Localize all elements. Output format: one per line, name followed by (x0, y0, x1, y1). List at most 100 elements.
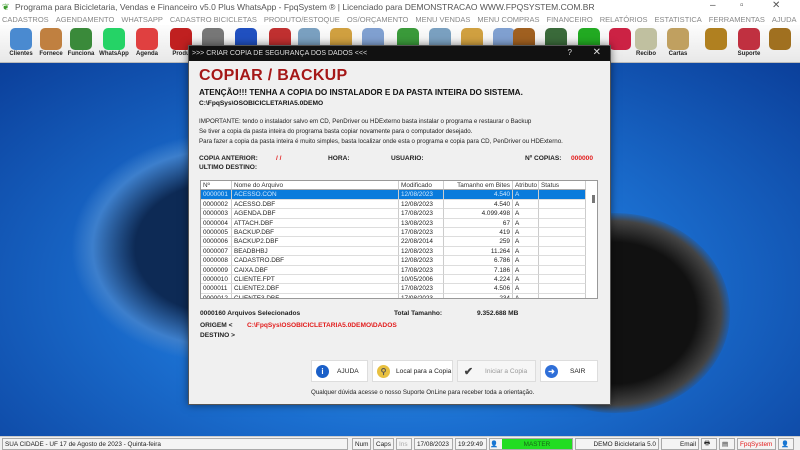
toolbar-button-clientes[interactable]: Clientes (5, 26, 37, 62)
scrollbar[interactable] (592, 195, 595, 203)
menu-estatistica[interactable]: ESTATISTICA (655, 15, 702, 24)
table-cell: 17/08/2023 (399, 227, 444, 238)
table-cell: 4.540 (444, 190, 513, 200)
table-row[interactable]: 0000002 ACESSO.DBF 12/08/2023 4.540 A (201, 199, 597, 210)
table-row[interactable]: 0000007 BEADBHBJ 12/08/2023 11.264 A (201, 246, 597, 257)
arrow-right-icon: ➜ (545, 364, 558, 378)
menu-menu-compras[interactable]: MENU COMPRAS (477, 15, 539, 24)
table-cell: A (513, 190, 539, 200)
table-cell (539, 209, 586, 219)
status-email[interactable]: Email (661, 438, 699, 450)
toolbar-button-funciona[interactable]: Funciona (65, 26, 97, 62)
table-cell: CLIENTE2.DBF (232, 284, 399, 294)
local-copia-button[interactable]: ⚲ Local para a Copia (372, 360, 453, 382)
minimize-button[interactable]: – (710, 0, 716, 11)
ncopias-value: 000000 (571, 155, 594, 162)
status-num: Num (352, 438, 371, 450)
column-header[interactable]: Tamanho em Bites (444, 181, 513, 191)
menu-cadastros[interactable]: CADASTROS (2, 15, 49, 24)
dialog-close-button[interactable]: ✕ (593, 47, 601, 58)
menu-relat-rios[interactable]: RELATÓRIOS (600, 15, 648, 24)
ajuda-button[interactable]: i AJUDA (311, 360, 368, 382)
menu-ajuda[interactable]: AJUDA (772, 15, 797, 24)
menu-agendamento[interactable]: AGENDAMENTO (56, 15, 115, 24)
menu-ferramentas[interactable]: FERRAMENTAS (709, 15, 765, 24)
table-cell: 4.099.498 (444, 209, 513, 219)
destino-label: DESTINO > (200, 332, 235, 339)
table-cell: A (513, 237, 539, 247)
toolbar-button-suporte[interactable]: Suporte (733, 26, 765, 62)
toolbar-button-whatsapp[interactable]: WhatsApp (98, 26, 130, 62)
table-row[interactable]: 0000012 CLIENTE3.DBF 17/08/2023 234 A (201, 293, 597, 298)
menu-menu-vendas[interactable]: MENU VENDAS (415, 15, 470, 24)
table-row[interactable]: 0000010 CLIENTE.FPT 10/05/2006 4.224 A (201, 274, 597, 285)
table-cell: 4.540 (444, 199, 513, 210)
column-header[interactable]: Modificado (399, 181, 444, 191)
sair-button[interactable]: ➜ SAIR (540, 360, 598, 382)
toolbar-icon (136, 28, 158, 50)
toolbar-button-agenda[interactable]: Agenda (131, 26, 163, 62)
magnifier-icon: ⚲ (377, 364, 390, 378)
table-cell (539, 227, 586, 238)
table-cell (539, 274, 586, 285)
table-cell: A (513, 256, 539, 266)
toolbar-label: Funciona (67, 51, 95, 57)
column-header[interactable]: Nº (201, 181, 232, 191)
column-header[interactable]: Status (539, 181, 586, 191)
toolbar-button-fornece[interactable]: Fornece (35, 26, 67, 62)
toolbar-button-cartas[interactable]: Cartas (662, 26, 694, 62)
table-row[interactable]: 0000004 ATTACH.DBF 13/08/2023 67 A (201, 218, 597, 228)
table-row[interactable]: 0000005 BACKUP.DBF 17/08/2023 419 A (201, 227, 597, 238)
menu-produto-estoque[interactable]: PRODUTO/ESTOQUE (264, 15, 340, 24)
table-cell: 12/08/2023 (399, 190, 444, 200)
table-cell: 17/08/2023 (399, 293, 444, 298)
table-cell: CADASTRO.DBF (232, 256, 399, 266)
status-city: SUA CIDADE - UF 17 de Agosto de 2023 - Q… (2, 438, 348, 450)
table-row[interactable]: 0000009 CAIXA.DBF 17/08/2023 7.186 A (201, 265, 597, 275)
selected-count: 0000160 Arquivos Selecionados (200, 310, 301, 317)
close-window-button[interactable]: ✕ (772, 0, 780, 11)
toolbar-button-24[interactable] (764, 26, 796, 62)
table-cell: 259 (444, 237, 513, 247)
table-cell: 6.786 (444, 256, 513, 266)
table-row[interactable]: 0000011 CLIENTE2.DBF 17/08/2023 4.506 A (201, 284, 597, 294)
menu-whatsapp[interactable]: WHATSAPP (121, 15, 163, 24)
column-header[interactable]: Nome do Arquivo (232, 181, 399, 191)
toolbar-label: Agenda (135, 51, 158, 57)
menu-cadastro-bicicletas[interactable]: CADASTRO BICICLETAS (170, 15, 257, 24)
table-cell: 17/08/2023 (399, 284, 444, 294)
file-list[interactable]: Nº Nome do Arquivo Modificado Tamanho em Bi… (200, 180, 598, 299)
maximize-button[interactable]: ▫ (740, 0, 744, 11)
table-row[interactable]: 0000008 CADASTRO.DBF 12/08/2023 6.786 A (201, 256, 597, 266)
toolbar-label: Clientes (9, 51, 33, 57)
table-cell: A (513, 199, 539, 210)
table-cell: 12/08/2023 (399, 199, 444, 210)
info-line: IMPORTANTE: tendo o instalador salvo em … (199, 118, 532, 125)
status-brand[interactable]: FpqSystem (737, 438, 776, 450)
local-label: Local para a Copia (396, 367, 452, 375)
table-cell: CLIENTE3.DBF (232, 293, 399, 298)
toolbar-label: Recibo (635, 51, 656, 57)
calculator-icon[interactable]: ▤ (719, 438, 735, 450)
info-line: Para fazer a copia da pasta inteira é mu… (199, 138, 563, 145)
table-cell: 0000004 (201, 218, 232, 228)
help-button[interactable]: ? (568, 48, 572, 57)
table-cell: A (513, 246, 539, 257)
menu-os-or-amento[interactable]: OS/ORÇAMENTO (347, 15, 409, 24)
toolbar-button-recibo[interactable]: Recibo (630, 26, 662, 62)
menu-financeiro[interactable]: FINANCEIRO (546, 15, 592, 24)
table-cell: BACKUP2.DBF (232, 237, 399, 247)
table-cell: 0000008 (201, 256, 232, 266)
toolbar-icon (635, 28, 657, 50)
table-cell (539, 293, 586, 298)
table-cell: ATTACH.DBF (232, 218, 399, 228)
toolbar-button-22[interactable] (700, 26, 732, 62)
table-row[interactable]: 0000006 BACKUP2.DBF 22/08/2014 259 A (201, 237, 597, 247)
column-header[interactable]: Atributo (513, 181, 539, 191)
printer-icon[interactable]: 🖶 (701, 438, 717, 450)
table-cell: 12/08/2023 (399, 256, 444, 266)
table-row[interactable]: 0000001 ACESSO.CON 12/08/2023 4.540 A (201, 190, 597, 200)
table-row[interactable]: 0000003 AGENDA.DBF 17/08/2023 4.099.498 A (201, 209, 597, 219)
ajuda-label: AJUDA (337, 367, 359, 375)
iniciar-copia-button[interactable]: ✔ Iniciar a Copia (457, 360, 536, 382)
